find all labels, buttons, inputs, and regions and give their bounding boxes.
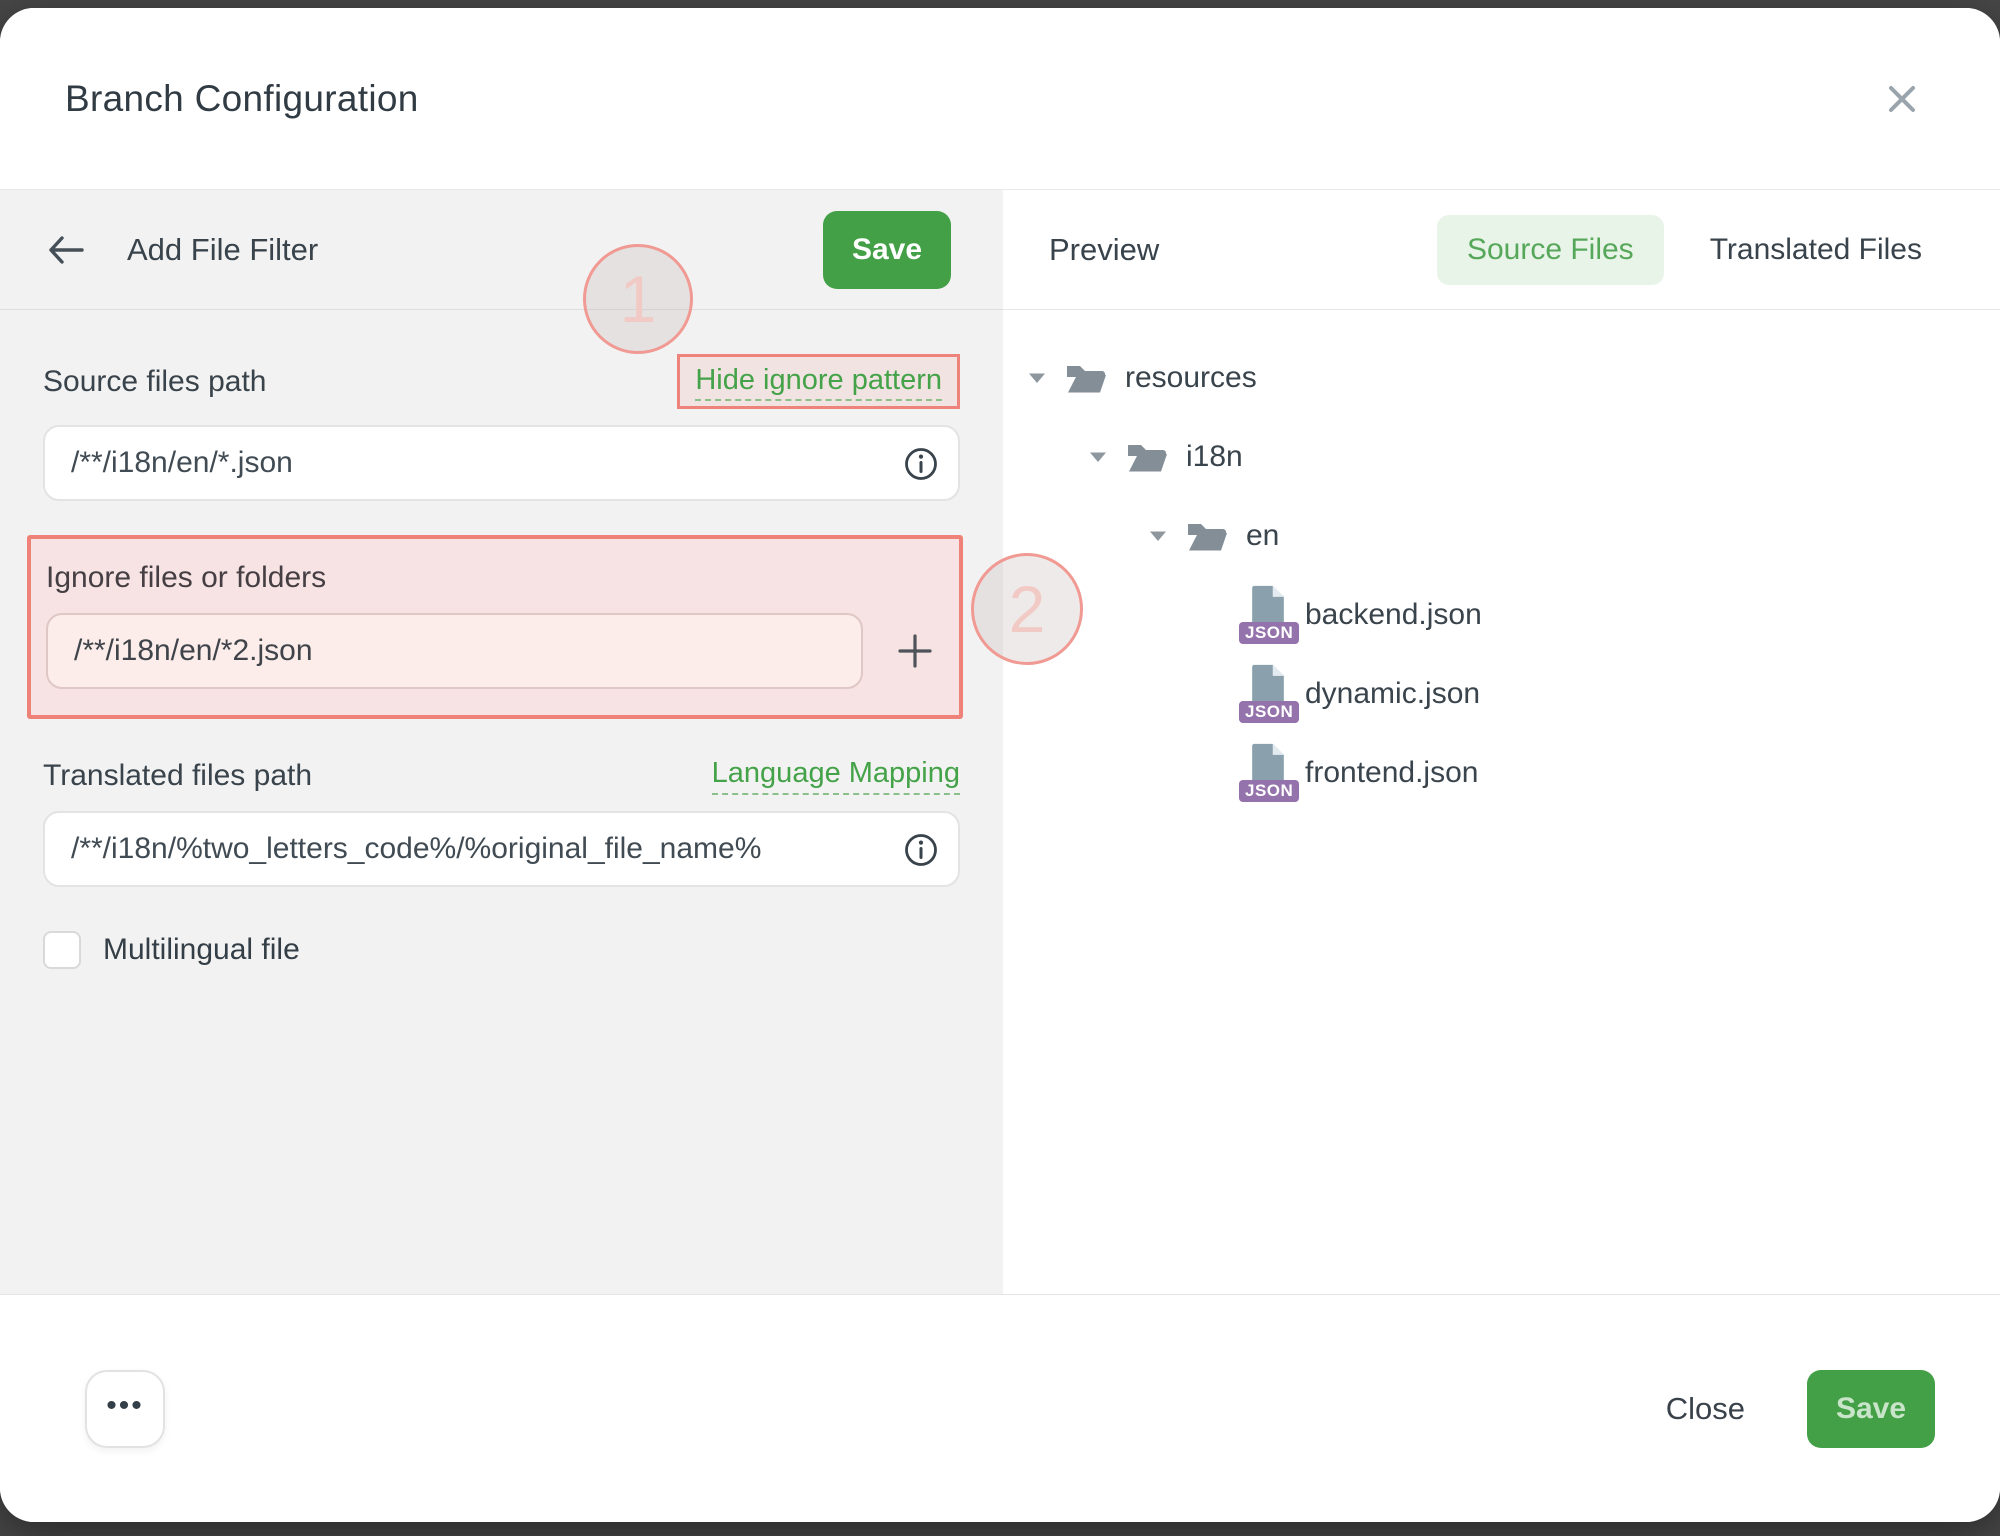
chevron-down-icon[interactable] <box>1088 450 1108 464</box>
tree-folder-i18n[interactable]: i18n <box>1003 417 2000 496</box>
json-file-icon: JSON <box>1239 742 1293 804</box>
ignore-files-label: Ignore files or folders <box>46 561 945 595</box>
translated-files-path-input[interactable] <box>43 811 960 887</box>
hide-ignore-pattern-highlight: Hide ignore pattern <box>677 354 960 409</box>
branch-configuration-modal: Branch Configuration Add File Filter Sav… <box>0 8 2000 1522</box>
json-file-icon: JSON <box>1239 584 1293 646</box>
save-filter-button[interactable]: Save <box>823 211 951 289</box>
json-badge: JSON <box>1239 622 1299 644</box>
info-icon[interactable] <box>902 445 940 483</box>
ellipsis-icon: ••• <box>106 1389 144 1423</box>
preview-panel: Preview Source Files Translated Files <box>1003 190 2000 1294</box>
tree-file-backend-json[interactable]: JSON backend.json <box>1003 575 2000 654</box>
modal-footer: ••• Close Save <box>0 1294 2000 1522</box>
add-ignore-pattern-icon[interactable] <box>887 623 943 679</box>
ignore-pattern-input[interactable] <box>46 613 863 689</box>
json-file-icon: JSON <box>1239 663 1293 725</box>
info-icon[interactable] <box>902 831 940 869</box>
chevron-down-icon[interactable] <box>1148 529 1168 543</box>
ignore-pattern-section-highlight: Ignore files or folders <box>27 535 963 719</box>
json-badge: JSON <box>1239 701 1299 723</box>
modal-body: Add File Filter Save Source files path H… <box>0 190 2000 1294</box>
source-files-path-input[interactable] <box>43 425 960 501</box>
close-icon[interactable] <box>1879 76 1925 122</box>
tab-translated-files[interactable]: Translated Files <box>1710 233 1922 267</box>
json-badge: JSON <box>1239 780 1299 802</box>
chevron-down-icon[interactable] <box>1027 371 1047 385</box>
source-files-path-label: Source files path <box>43 365 266 399</box>
modal-header: Branch Configuration <box>0 8 2000 190</box>
file-filter-form: Source files path Hide ignore pattern <box>0 310 1003 1294</box>
close-button[interactable]: Close <box>1660 1390 1751 1428</box>
more-options-button[interactable]: ••• <box>85 1370 165 1448</box>
folder-icon <box>1184 517 1230 555</box>
file-filter-panel-header: Add File Filter Save <box>0 190 1003 310</box>
tree-folder-resources[interactable]: resources <box>1003 338 2000 417</box>
language-mapping-link[interactable]: Language Mapping <box>712 757 960 795</box>
preview-title: Preview <box>1049 232 1159 268</box>
preview-tabs: Source Files Translated Files <box>1437 215 1922 285</box>
back-arrow-icon[interactable] <box>45 234 85 266</box>
folder-icon <box>1124 438 1170 476</box>
tree-folder-en[interactable]: en <box>1003 496 2000 575</box>
modal-title: Branch Configuration <box>65 78 419 120</box>
file-tree: resources i18n <box>1003 310 2000 812</box>
x-icon <box>1883 80 1921 118</box>
multilingual-checkbox[interactable] <box>43 931 81 969</box>
file-filter-panel: Add File Filter Save Source files path H… <box>0 190 1003 1294</box>
hide-ignore-pattern-link[interactable]: Hide ignore pattern <box>695 364 942 401</box>
save-button[interactable]: Save <box>1807 1370 1935 1448</box>
translated-files-path-label: Translated files path <box>43 759 312 793</box>
tree-file-dynamic-json[interactable]: JSON dynamic.json <box>1003 654 2000 733</box>
tab-source-files[interactable]: Source Files <box>1437 215 1664 285</box>
multilingual-checkbox-label: Multilingual file <box>103 933 300 967</box>
panel-title: Add File Filter <box>127 232 318 268</box>
preview-header: Preview Source Files Translated Files <box>1003 190 2000 310</box>
tree-file-frontend-json[interactable]: JSON frontend.json <box>1003 733 2000 812</box>
folder-icon <box>1063 359 1109 397</box>
